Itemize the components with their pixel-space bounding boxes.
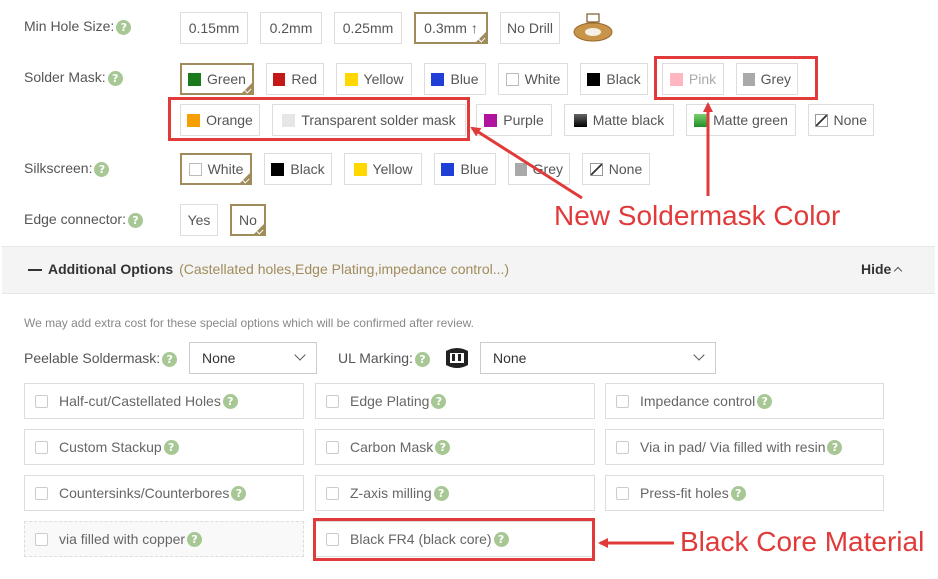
mask-green[interactable]: Green xyxy=(180,63,254,95)
black-core-material-annotation: Black Core Material xyxy=(680,526,925,557)
new-color-highlight-box-orange-transparent xyxy=(168,97,470,141)
edge-yes[interactable]: Yes xyxy=(180,204,218,236)
edge-connector-label: Edge connector:? xyxy=(24,211,143,228)
help-icon[interactable]: ? xyxy=(94,161,110,177)
checkbox[interactable] xyxy=(35,440,48,454)
matte-black-swatch-icon xyxy=(573,113,587,127)
checkbox[interactable] xyxy=(35,486,48,500)
white-swatch-icon xyxy=(505,72,519,86)
silk-yellow[interactable]: Yellow xyxy=(344,153,422,185)
new-color-highlight-box-pink-grey xyxy=(654,56,818,100)
help-icon[interactable]: ? xyxy=(414,351,430,367)
hole-option-0.3mm[interactable]: 0.3mm ↑ xyxy=(414,12,488,44)
green-swatch-icon xyxy=(188,72,202,86)
help-icon[interactable]: ? xyxy=(730,485,746,501)
mask-matte-green[interactable]: Matte green xyxy=(686,104,796,136)
extra-cost-note: We may add extra cost for these special … xyxy=(24,316,474,330)
help-icon[interactable]: ? xyxy=(431,393,447,409)
ul-marking-label: UL Marking:? xyxy=(338,350,430,367)
via-filled-copper-option[interactable]: via filled with copper? xyxy=(24,521,304,557)
silk-grey[interactable]: Grey xyxy=(508,153,570,185)
checkbox[interactable] xyxy=(616,394,629,408)
solder-mask-label: Solder Mask:? xyxy=(24,69,123,86)
blue-swatch-icon xyxy=(441,162,455,176)
min-hole-label: Min Hole Size:? xyxy=(24,18,132,35)
edge-no[interactable]: No xyxy=(230,204,266,236)
help-icon[interactable]: ? xyxy=(433,485,449,501)
via-in-pad-option[interactable]: Via in pad/ Via filled with resin? xyxy=(605,429,884,465)
chevron-down-icon xyxy=(693,349,705,361)
collapse-minus-icon[interactable] xyxy=(28,269,42,271)
yellow-swatch-icon xyxy=(353,162,367,176)
matte-green-swatch-icon xyxy=(694,113,708,127)
red-swatch-icon xyxy=(273,72,286,86)
checkbox[interactable] xyxy=(35,532,48,546)
new-soldermask-color-annotation: New Soldermask Color xyxy=(554,200,841,231)
impedance-control-option[interactable]: Impedance control? xyxy=(605,383,884,419)
help-icon[interactable]: ? xyxy=(116,19,132,35)
help-icon[interactable]: ? xyxy=(435,439,451,455)
blue-swatch-icon xyxy=(431,72,445,86)
castellated-holes-option[interactable]: Half-cut/Castellated Holes? xyxy=(24,383,304,419)
peelable-label: Peelable Soldermask:? xyxy=(24,350,178,367)
help-icon[interactable]: ? xyxy=(107,70,123,86)
additional-subtitle: (Castellated holes,Edge Plating,impedanc… xyxy=(179,261,510,277)
drill-hole-icon xyxy=(573,13,613,42)
ul-logo-icon xyxy=(446,348,468,368)
help-icon[interactable]: ? xyxy=(827,439,843,455)
white-swatch-icon xyxy=(188,162,202,176)
silk-white[interactable]: White xyxy=(180,153,252,185)
help-icon[interactable]: ? xyxy=(231,485,247,501)
mask-yellow[interactable]: Yellow xyxy=(336,63,412,95)
hole-option-no-drill[interactable]: No Drill xyxy=(500,12,560,44)
hide-toggle[interactable]: Hide xyxy=(861,261,903,277)
hole-option-0.2mm[interactable]: 0.2mm xyxy=(260,12,322,44)
help-icon[interactable]: ? xyxy=(127,212,143,228)
yellow-swatch-icon xyxy=(344,72,358,86)
checkbox[interactable] xyxy=(616,486,629,500)
additional-options-header[interactable]: Additional Options (Castellated holes,Ed… xyxy=(2,246,935,294)
checkbox[interactable] xyxy=(326,486,339,500)
silkscreen-label: Silkscreen:? xyxy=(24,160,110,177)
checkbox[interactable] xyxy=(616,440,629,454)
black-core-highlight-box xyxy=(313,518,595,561)
none-swatch-icon xyxy=(589,162,603,176)
z-axis-milling-option[interactable]: Z-axis milling? xyxy=(315,475,595,511)
countersinks-option[interactable]: Countersinks/Counterbores? xyxy=(24,475,304,511)
none-swatch-icon xyxy=(815,113,828,127)
help-icon[interactable]: ? xyxy=(222,393,238,409)
hole-option-0.25mm[interactable]: 0.25mm xyxy=(334,12,402,44)
mask-black[interactable]: Black xyxy=(580,63,648,95)
grey-swatch-icon xyxy=(515,162,527,176)
silk-none[interactable]: None xyxy=(582,153,650,185)
black-swatch-icon xyxy=(271,162,285,176)
press-fit-holes-option[interactable]: Press-fit holes? xyxy=(605,475,884,511)
peelable-select[interactable]: None xyxy=(189,342,317,374)
help-icon[interactable]: ? xyxy=(163,439,179,455)
additional-title: Additional Options xyxy=(48,261,174,277)
help-icon[interactable]: ? xyxy=(757,393,773,409)
chevron-up-icon xyxy=(894,266,903,276)
mask-none[interactable]: None xyxy=(808,104,874,136)
mask-blue[interactable]: Blue xyxy=(424,63,486,95)
custom-stackup-option[interactable]: Custom Stackup? xyxy=(24,429,304,465)
help-icon[interactable]: ? xyxy=(162,351,178,367)
mask-matte-black[interactable]: Matte black xyxy=(564,104,674,136)
hole-option-0.15mm[interactable]: 0.15mm xyxy=(180,12,248,44)
ul-marking-select[interactable]: None xyxy=(480,342,716,374)
checkbox[interactable] xyxy=(326,440,339,454)
mask-white[interactable]: White xyxy=(498,63,568,95)
mask-red[interactable]: Red xyxy=(266,63,324,95)
edge-plating-option[interactable]: Edge Plating? xyxy=(315,383,595,419)
black-swatch-icon xyxy=(587,72,601,86)
carbon-mask-option[interactable]: Carbon Mask? xyxy=(315,429,595,465)
checkbox[interactable] xyxy=(326,394,339,408)
mask-purple[interactable]: Purple xyxy=(476,104,552,136)
silk-blue[interactable]: Blue xyxy=(434,153,496,185)
purple-swatch-icon xyxy=(484,113,498,127)
silk-black[interactable]: Black xyxy=(264,153,332,185)
checkbox[interactable] xyxy=(35,394,48,408)
chevron-down-icon xyxy=(294,349,306,361)
help-icon[interactable]: ? xyxy=(187,531,203,547)
